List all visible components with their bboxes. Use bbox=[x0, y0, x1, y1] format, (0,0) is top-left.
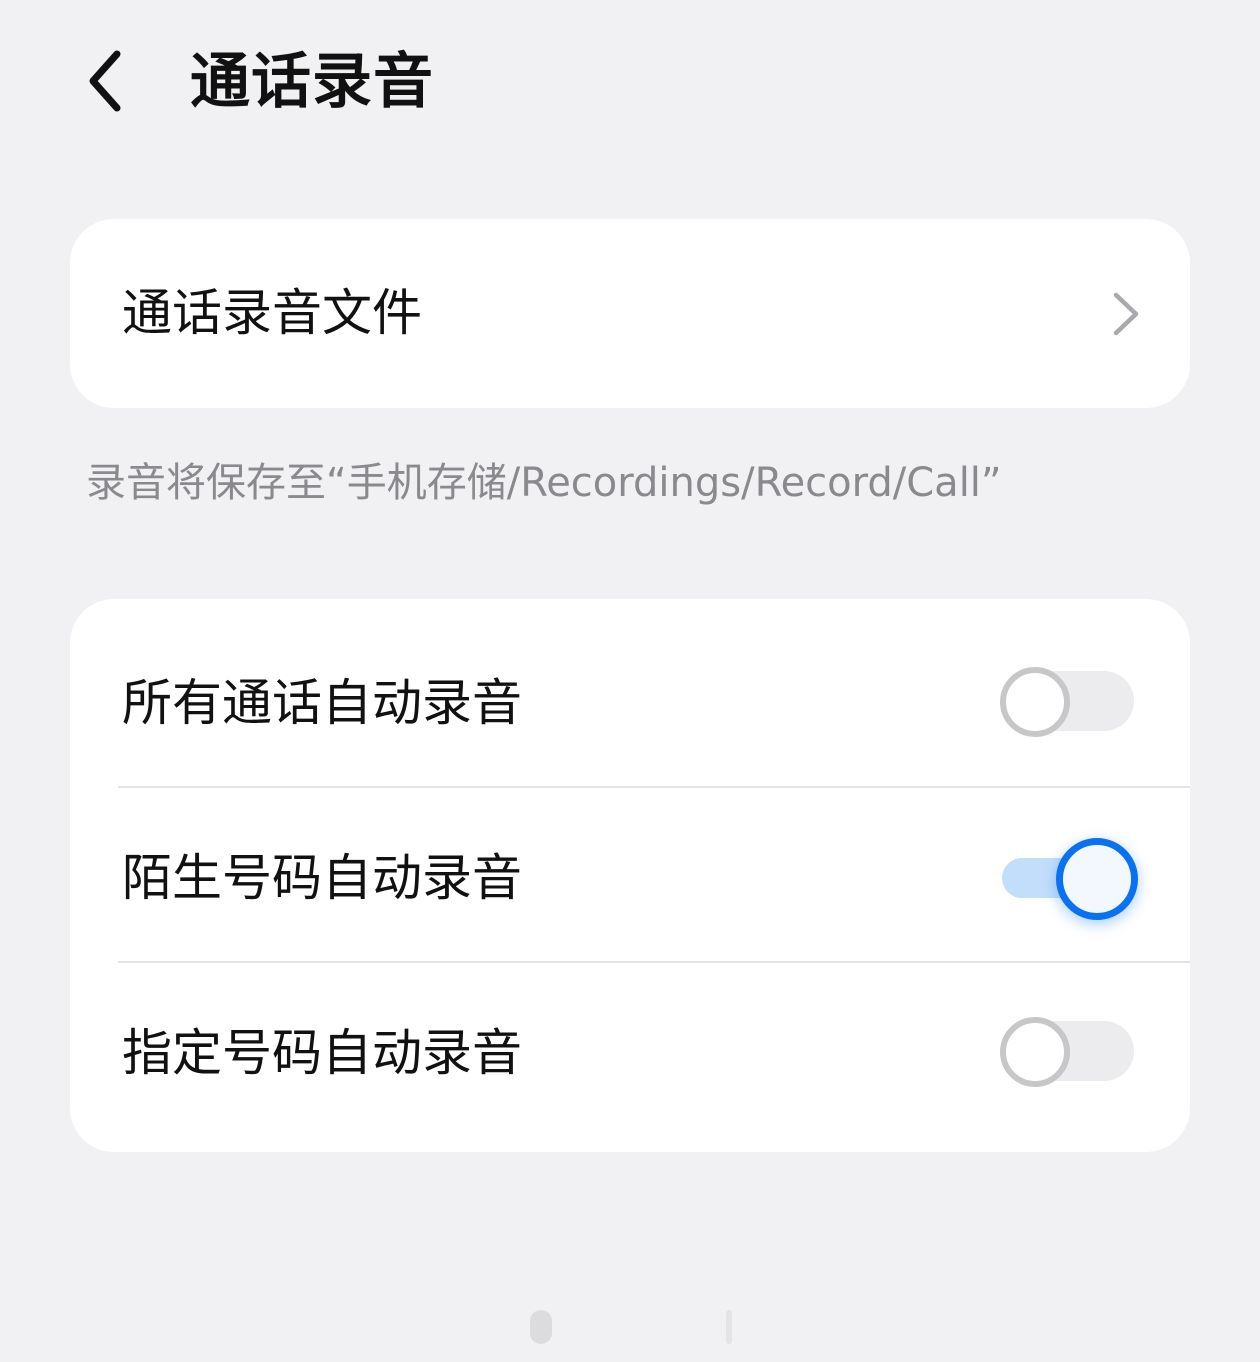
toggle-thumb bbox=[1000, 1017, 1070, 1087]
top-app-bar: 通话录音 bbox=[0, 0, 1260, 170]
chevron-left-icon bbox=[89, 50, 121, 112]
setting-label-all-calls: 所有通话自动录音 bbox=[122, 674, 522, 732]
toggle-thumb bbox=[1000, 667, 1070, 737]
call-recording-files-label: 通话录音文件 bbox=[122, 284, 422, 342]
back-button[interactable] bbox=[70, 38, 140, 124]
setting-row-unknown-numbers[interactable]: 陌生号码自动录音 bbox=[70, 788, 1190, 963]
setting-label-specified-numbers: 指定号码自动录音 bbox=[122, 1024, 522, 1082]
home-indicator-segment bbox=[530, 1310, 552, 1344]
storage-path-hint: 录音将保存至“手机存储/Recordings/Record/Call” bbox=[86, 460, 1002, 506]
home-indicator bbox=[530, 1310, 740, 1346]
auto-record-settings-card: 所有通话自动录音 陌生号码自动录音 指定号码自动录音 bbox=[70, 599, 1190, 1152]
page-title: 通话录音 bbox=[190, 47, 434, 117]
chevron-right-icon bbox=[1113, 292, 1139, 336]
toggle-unknown-numbers[interactable] bbox=[998, 838, 1140, 920]
setting-label-unknown-numbers: 陌生号码自动录音 bbox=[122, 849, 522, 907]
toggle-specified-numbers[interactable] bbox=[998, 1015, 1140, 1087]
call-recording-files-item[interactable]: 通话录音文件 bbox=[70, 219, 1190, 408]
toggle-all-calls[interactable] bbox=[998, 665, 1140, 737]
home-indicator-segment bbox=[726, 1310, 732, 1344]
setting-row-specified-numbers[interactable]: 指定号码自动录音 bbox=[70, 963, 1190, 1138]
setting-row-all-calls[interactable]: 所有通话自动录音 bbox=[70, 613, 1190, 788]
toggle-thumb bbox=[1056, 838, 1138, 920]
